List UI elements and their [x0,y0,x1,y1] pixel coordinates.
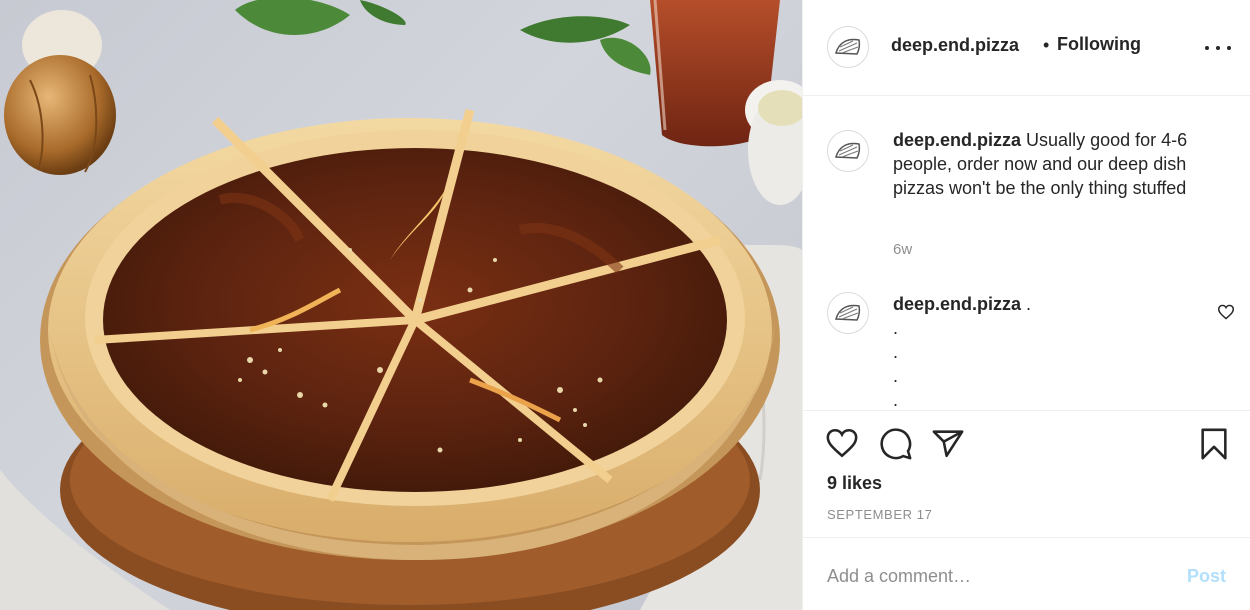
bookmark-icon[interactable] [1199,427,1229,461]
comment-text: deep.end.pizza . [893,292,1193,316]
avatar[interactable] [827,26,869,68]
deep-dish-pizza-image [0,0,802,610]
like-comment-heart-icon[interactable] [1217,304,1235,320]
comment-continuation: . . . . [893,318,899,410]
heart-icon[interactable] [825,427,859,459]
comments-section[interactable]: deep.end.pizza Usually good for 4-6 peop… [803,96,1250,410]
post-username[interactable]: deep.end.pizza [891,35,1019,56]
pizza-logo-icon [835,142,861,159]
avatar[interactable] [827,292,869,334]
comment-input[interactable] [827,562,1157,590]
comment-body: . [1026,294,1032,314]
share-icon[interactable] [931,427,965,459]
more-dot [1227,46,1231,50]
post-button[interactable]: Post [1187,566,1226,587]
pizza-logo-icon [835,304,861,321]
add-comment-bar: Post [803,537,1250,610]
avatar[interactable] [827,130,869,172]
post-photo[interactable] [0,0,802,610]
likes-count[interactable]: 9 likes [827,473,882,494]
post-actions: 9 likes SEPTEMBER 17 [803,410,1250,538]
more-options-icon[interactable] [1205,44,1231,52]
post-date[interactable]: SEPTEMBER 17 [827,507,932,522]
more-dot [1205,46,1209,50]
comment-icon[interactable] [879,427,913,461]
post-details-panel: deep.end.pizza • Following deep.end.pizz… [802,0,1250,610]
more-dot [1216,46,1220,50]
comment-username[interactable]: deep.end.pizza [893,294,1021,314]
caption-text: deep.end.pizza Usually good for 4-6 peop… [893,128,1238,200]
caption-age[interactable]: 6w [893,241,912,258]
pizza-logo-icon [835,38,861,55]
following-button[interactable]: Following [1057,34,1141,55]
caption-username[interactable]: deep.end.pizza [893,130,1021,150]
separator-dot: • [1043,35,1050,55]
post-header: deep.end.pizza • Following [803,0,1250,96]
